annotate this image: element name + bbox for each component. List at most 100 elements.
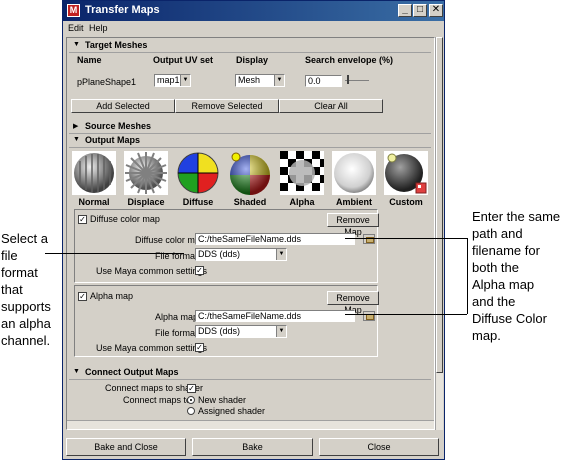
transfer-maps-window: M Transfer Maps _ □ ✕ Edit Help ▼ Target… [62,0,445,460]
alpha-enable-checkbox[interactable]: ✓ [78,292,87,301]
column-display: Display [236,55,269,65]
add-selected-button[interactable]: Add Selected [71,99,175,113]
section-target-meshes[interactable]: ▼ Target Meshes [69,40,431,53]
minimize-icon[interactable]: _ [398,4,412,17]
diffuse-enable-checkbox[interactable]: ✓ [78,215,87,224]
folder-browse-icon[interactable] [363,234,375,244]
vertical-scrollbar[interactable] [435,37,443,430]
diffuse-map-path-field[interactable]: C:/theSameFileName.dds [195,233,355,245]
window-title: Transfer Maps [85,4,160,16]
section-title: Source Meshes [85,121,152,131]
custom-map-icon [384,151,428,195]
tile-label: Normal [78,197,110,207]
horizontal-scrollbar[interactable] [67,420,434,429]
tile-alpha[interactable] [278,151,326,197]
annotation-right-line: and the [472,294,516,309]
annotation-left-line: that [1,282,23,297]
tile-diffuse[interactable] [174,151,222,197]
annotation-right-line: both the [472,260,519,275]
diffuse-map-icon [176,151,220,195]
search-envelope-field[interactable]: 0.0 [305,75,342,87]
alpha-map-path-field[interactable]: C:/theSameFileName.dds [195,310,355,322]
menu-help[interactable]: Help [89,23,108,33]
tile-displace[interactable] [122,151,170,197]
diffuse-map-group: ✓ Diffuse color map Remove Map Diffuse c… [74,209,379,283]
uv-set-dropdown[interactable]: map1 ▼ [154,74,191,87]
annotation-right: Enter the same path and filename for bot… [472,208,571,344]
annotation-right-line: map. [472,328,501,343]
map-type-tiles [70,151,430,199]
section-title: Target Meshes [85,40,148,50]
alpha-map-icon [280,151,324,195]
menu-bar: Edit Help [63,21,444,35]
remove-alpha-map-button[interactable]: Remove Map [327,291,379,315]
annotation-right-line: Alpha map [472,277,535,292]
displace-map-icon [124,151,168,195]
chevron-down-icon: ▼ [274,75,284,86]
collapse-triangle-icon[interactable]: ▼ [73,136,80,143]
assigned-shader-label: Assigned shader [198,406,266,416]
alpha-map-label: Alpha map [155,312,199,322]
tile-label: Ambient [336,197,372,207]
folder-browse-icon[interactable] [363,311,375,321]
title-bar[interactable]: M Transfer Maps _ □ ✕ [63,1,444,21]
collapse-triangle-icon[interactable]: ▼ [73,41,80,48]
annotation-left-line: Select a [1,231,48,246]
close-icon[interactable]: ✕ [429,4,443,17]
new-shader-radio[interactable] [187,396,195,404]
expand-triangle-icon[interactable]: ▶ [73,122,78,130]
collapse-triangle-icon[interactable]: ▼ [73,368,80,375]
slider-handle[interactable] [347,75,349,84]
remove-diffuse-map-button[interactable]: Remove Map [327,213,379,237]
tile-custom[interactable] [382,151,430,197]
bottom-button-bar: Bake and Close Bake Close [63,433,444,459]
annotation-left: Select a file format that supports an al… [1,230,61,349]
display-dropdown[interactable]: Mesh ▼ [235,74,285,87]
tile-label: Displace [127,197,165,207]
section-output-maps[interactable]: ▼ Output Maps [69,135,431,148]
normal-map-icon [72,151,116,195]
annotation-right-line: path and [472,226,523,241]
alpha-common-checkbox[interactable]: ✓ [195,343,204,352]
diffuse-common-checkbox[interactable]: ✓ [195,266,204,275]
section-source-meshes[interactable]: ▶ Source Meshes [69,121,431,134]
alpha-enable-label: Alpha map [90,291,134,301]
menu-edit[interactable]: Edit [68,23,84,33]
annotation-left-line: supports [1,299,51,314]
maximize-icon[interactable]: □ [413,4,427,17]
tile-label: Custom [389,197,423,207]
column-output-uv-set: Output UV set [153,55,213,65]
scroll-panel: ▼ Target Meshes Name Output UV set Displ… [66,37,435,430]
annotation-right-line: filename for [472,243,540,258]
remove-selected-button[interactable]: Remove Selected [175,99,279,113]
chevron-down-icon: ▼ [180,75,190,86]
tile-label: Alpha [289,197,315,207]
annotation-left-line: channel. [1,333,51,348]
alpha-format-value: DDS (dds) [198,326,241,336]
tile-shaded[interactable] [226,151,274,197]
bake-and-close-button[interactable]: Bake and Close [66,438,186,456]
annotation-right-line: Enter the same [472,209,561,224]
tile-ambient[interactable] [330,151,378,197]
close-button[interactable]: Close [319,438,439,456]
mesh-name: pPlaneShape1 [77,77,137,87]
alpha-common-label: Use Maya common settings [96,343,208,353]
column-name: Name [77,55,102,65]
ambient-map-icon [332,151,376,195]
assigned-shader-radio[interactable] [187,407,195,415]
column-search-envelope: Search envelope (%) [305,55,394,65]
alpha-format-dropdown[interactable]: DDS (dds) ▼ [195,325,287,338]
callout-line-right-top [345,238,467,239]
alpha-map-group: ✓ Alpha map Remove Map Alpha map C:/theS… [74,285,379,357]
maya-app-icon: M [67,4,80,17]
annotation-left-line: file [1,248,18,263]
diffuse-enable-label: Diffuse color map [90,214,160,224]
diffuse-format-dropdown[interactable]: DDS (dds) ▼ [195,248,287,261]
alpha-format-label: File format: [155,328,201,338]
connect-to-shader-checkbox[interactable]: ✓ [187,384,196,393]
bake-button[interactable]: Bake [192,438,313,456]
tile-normal[interactable] [70,151,118,197]
section-connect-output-maps[interactable]: ▼ Connect Output Maps [69,367,431,380]
scrollbar-thumb[interactable] [436,37,443,373]
clear-all-button[interactable]: Clear All [279,99,383,113]
